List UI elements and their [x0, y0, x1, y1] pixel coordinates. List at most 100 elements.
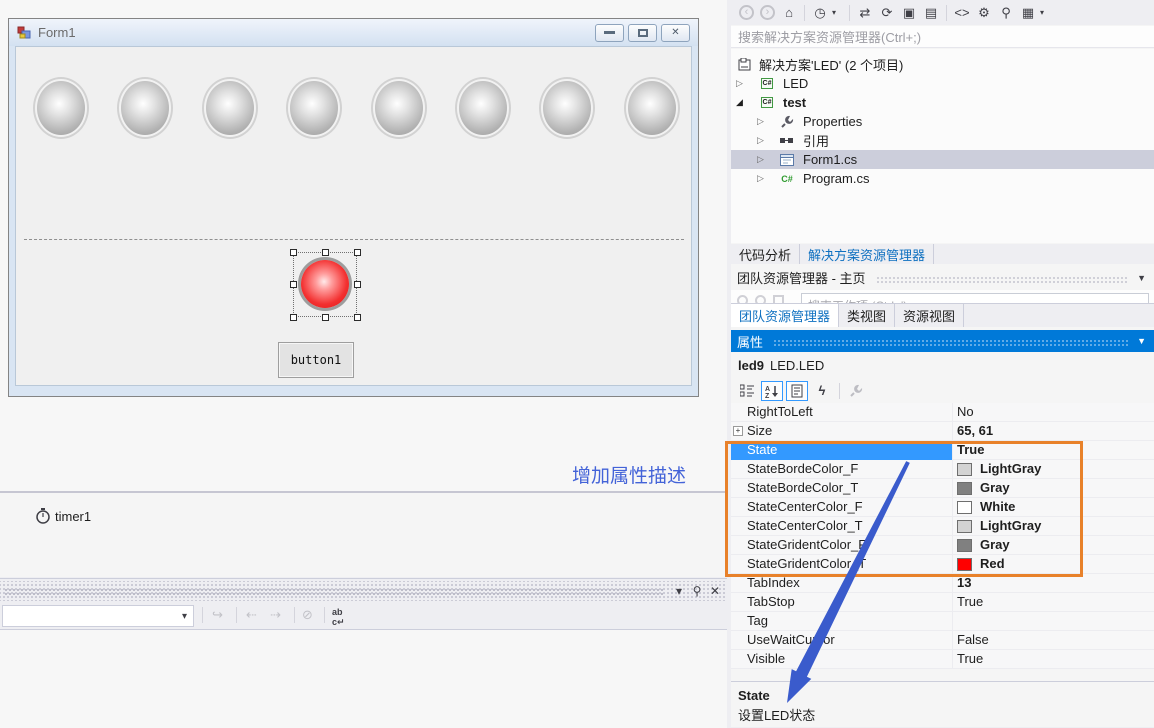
led-off[interactable] [286, 77, 342, 139]
property-value[interactable]: True [953, 650, 1154, 668]
property-value[interactable]: Gray [953, 479, 1154, 497]
property-value[interactable]: No [953, 403, 1154, 421]
sync-icon[interactable]: ⇄ [855, 5, 875, 21]
resize-handle[interactable] [290, 249, 297, 256]
property-row-TabStop[interactable]: TabStopTrue [731, 593, 1154, 612]
view-code-icon[interactable]: <> [952, 5, 972, 20]
properties-object-selector[interactable]: led9 LED.LED [731, 354, 1154, 377]
property-value[interactable]: Red [953, 555, 1154, 573]
property-row-Visible[interactable]: VisibleTrue [731, 650, 1154, 669]
property-row-StateCenterColor_T[interactable]: StateCenterColor_TLightGray [731, 517, 1154, 536]
panel-close-icon[interactable]: ✕ [707, 584, 723, 598]
resize-handle[interactable] [322, 249, 329, 256]
team-search-box[interactable]: 搜索工作项 (Ctrl+') [801, 293, 1149, 303]
categorized-icon[interactable] [736, 381, 758, 401]
collapse-arrow-icon[interactable]: ◢ [736, 97, 743, 108]
timer1-component[interactable]: timer1 [36, 508, 91, 524]
search-icon[interactable]: ⚲ [996, 5, 1016, 21]
solution-search-box[interactable]: 搜索解决方案资源管理器(Ctrl+;) [731, 26, 1154, 48]
more-caret-icon[interactable]: ▾ [1040, 8, 1052, 17]
property-row-StateBordeColor_T[interactable]: StateBordeColor_TGray [731, 479, 1154, 498]
led-off[interactable] [371, 77, 427, 139]
panel-dropdown-caret-icon[interactable]: ▾ [671, 584, 687, 598]
tree-item-program-cs[interactable]: ▷C#Program.cs [731, 169, 1154, 188]
property-value[interactable]: 13 [953, 574, 1154, 592]
close-button[interactable]: ✕ [661, 24, 690, 42]
property-value[interactable]: LightGray [953, 460, 1154, 478]
property-value[interactable] [953, 612, 1154, 630]
property-row-Tag[interactable]: Tag [731, 612, 1154, 631]
led-off[interactable] [33, 77, 89, 139]
property-value[interactable]: False [953, 631, 1154, 649]
expand-arrow-icon[interactable]: ▷ [757, 116, 764, 127]
resize-handle[interactable] [322, 314, 329, 321]
tree-item-form1-cs[interactable]: ▷Form1.cs [731, 150, 1154, 169]
tab-代码分析[interactable]: 代码分析 [731, 244, 800, 264]
property-row-UseWaitCursor[interactable]: UseWaitCursorFalse [731, 631, 1154, 650]
property-value[interactable]: True [953, 593, 1154, 611]
property-row-TabIndex[interactable]: TabIndex13 [731, 574, 1154, 593]
tab-类视图[interactable]: 类视图 [839, 304, 895, 327]
property-row-StateGridentColor_T[interactable]: StateGridentColor_TRed [731, 555, 1154, 574]
expand-arrow-icon[interactable]: ▷ [757, 135, 764, 146]
output-content[interactable] [0, 630, 727, 728]
property-row-RightToLeft[interactable]: RightToLeftNo [731, 403, 1154, 422]
team-header-caret-icon[interactable]: ▼ [1137, 273, 1146, 283]
collapse-all-icon[interactable]: ▣ [899, 5, 919, 21]
resize-handle[interactable] [354, 314, 361, 321]
expand-arrow-icon[interactable]: ▷ [736, 78, 743, 89]
resize-handle[interactable] [354, 249, 361, 256]
led-off[interactable] [624, 77, 680, 139]
properties-header[interactable]: 属性 ▼ [731, 330, 1154, 352]
form1-titlebar[interactable]: Form1 ✕ [9, 19, 698, 46]
home-icon[interactable]: ⌂ [779, 5, 799, 20]
properties-header-caret-icon[interactable]: ▼ [1137, 336, 1146, 346]
history-caret-icon[interactable]: ▾ [832, 8, 844, 17]
property-value[interactable]: White [953, 498, 1154, 516]
events-icon[interactable]: ϟ [811, 381, 833, 401]
property-row-Size[interactable]: +Size65, 61 [731, 422, 1154, 441]
expand-plus-icon[interactable]: + [733, 426, 743, 436]
led-off[interactable] [202, 77, 258, 139]
prev-message-icon[interactable]: ⇠ [246, 607, 257, 623]
tree-item-led[interactable]: ▷C#LED [731, 74, 1154, 93]
property-row-StateGridentColor_F[interactable]: StateGridentColor_FGray [731, 536, 1154, 555]
next-message-icon[interactable]: ⇢ [270, 607, 281, 623]
clear-all-icon[interactable]: ⊘ [302, 607, 313, 623]
back-icon[interactable]: ‹ [739, 5, 754, 20]
property-pages-icon[interactable] [846, 381, 868, 401]
history-icon[interactable]: ◷ [810, 5, 830, 21]
diagram-icon[interactable]: ▦ [1018, 5, 1038, 21]
tab-解决方案资源管理器[interactable]: 解决方案资源管理器 [800, 244, 934, 264]
wrench-icon[interactable]: ⚙ [974, 5, 994, 21]
alphabetical-icon[interactable]: AZ [761, 381, 783, 401]
pin-icon[interactable]: ⚲ [689, 584, 705, 598]
properties-icon[interactable] [786, 381, 808, 401]
property-value[interactable]: Gray [953, 536, 1154, 554]
find-message-icon[interactable]: ↪ [212, 607, 223, 623]
led9-red-led[interactable] [298, 257, 352, 311]
property-row-StateBordeColor_F[interactable]: StateBordeColor_FLightGray [731, 460, 1154, 479]
tree-item------led---2-----[interactable]: 解决方案'LED' (2 个项目) [731, 55, 1154, 74]
expand-arrow-icon[interactable]: ▷ [757, 154, 764, 165]
tree-item-test[interactable]: ◢C#test [731, 93, 1154, 112]
word-wrap-icon[interactable]: abc↵ [332, 607, 345, 628]
team-explorer-header[interactable]: 团队资源管理器 - 主页 ▼ [731, 266, 1154, 289]
expand-arrow-icon[interactable]: ▷ [757, 173, 764, 184]
button1[interactable]: button1 [278, 342, 354, 378]
preview-code-icon[interactable]: ▤ [921, 5, 941, 21]
resize-handle[interactable] [354, 281, 361, 288]
property-row-StateCenterColor_F[interactable]: StateCenterColor_FWhite [731, 498, 1154, 517]
property-value[interactable]: LightGray [953, 517, 1154, 535]
led-off[interactable] [455, 77, 511, 139]
maximize-button[interactable] [628, 24, 657, 42]
resize-handle[interactable] [290, 314, 297, 321]
tab-团队资源管理器[interactable]: 团队资源管理器 [731, 304, 839, 327]
minimize-button[interactable] [595, 24, 624, 42]
tree-item-properties[interactable]: ▷Properties [731, 112, 1154, 131]
refresh-icon[interactable]: ⟳ [877, 5, 897, 21]
led-off[interactable] [539, 77, 595, 139]
resize-handle[interactable] [290, 281, 297, 288]
output-source-combobox[interactable]: ▾ [2, 605, 194, 627]
tab-资源视图[interactable]: 资源视图 [895, 304, 964, 327]
